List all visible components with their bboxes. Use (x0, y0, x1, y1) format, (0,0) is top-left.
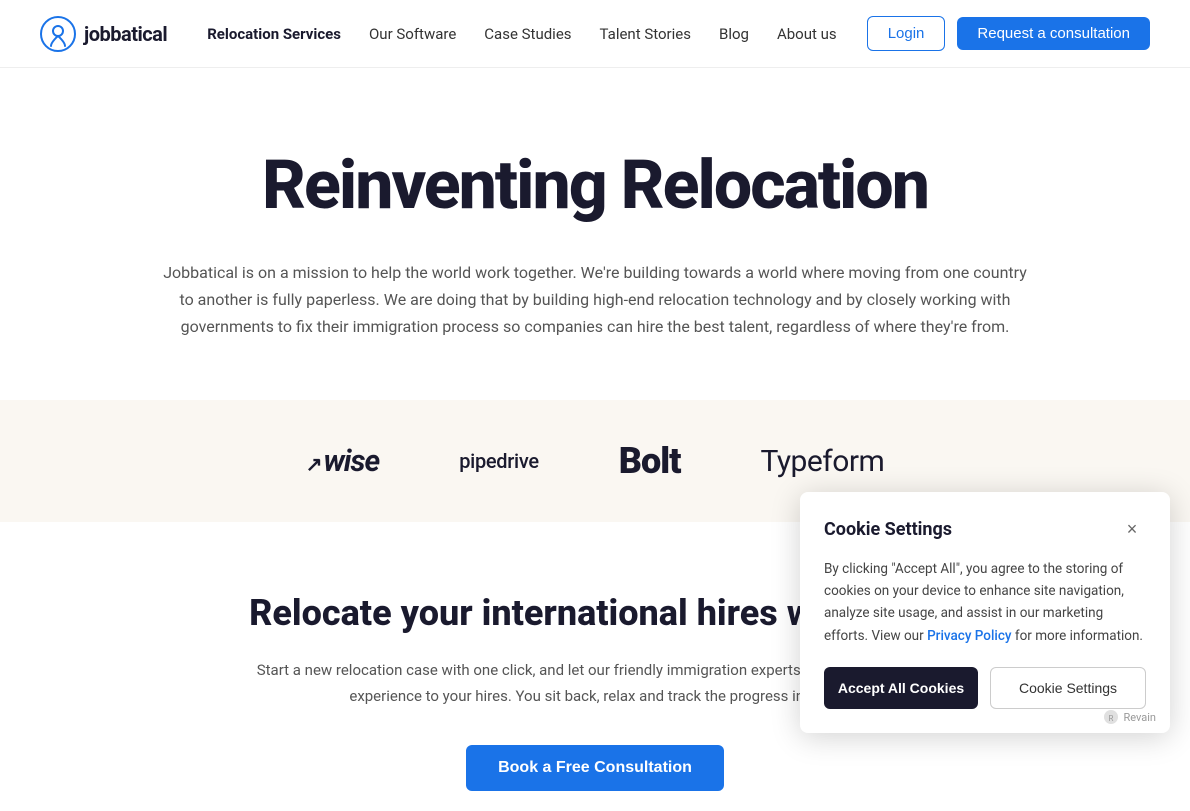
bolt-logo: Bolt (619, 440, 681, 482)
wise-arrow-icon: ↗ (306, 452, 322, 476)
nav-talent-stories[interactable]: Talent Stories (600, 25, 691, 43)
nav-actions: Login Request a consultation (867, 16, 1150, 51)
cookie-modal-body: By clicking "Accept All", you agree to t… (824, 558, 1146, 647)
hero-title: Reinventing Relocation (40, 148, 1150, 223)
svg-text:R: R (1109, 714, 1114, 723)
book-consultation-button[interactable]: Book a Free Consultation (466, 745, 724, 791)
privacy-policy-link[interactable]: Privacy Policy (927, 628, 1011, 644)
typeform-logo: Typeform (761, 444, 885, 479)
hero-section: Reinventing Relocation Jobbatical is on … (0, 68, 1190, 400)
nav-relocation-services[interactable]: Relocation Services (207, 25, 341, 43)
login-button[interactable]: Login (867, 16, 946, 51)
nav-our-software[interactable]: Our Software (369, 25, 456, 43)
cookie-modal-header: Cookie Settings × (824, 516, 1146, 544)
cookie-modal-actions: Accept All Cookies Cookie Settings (824, 667, 1146, 709)
pipedrive-logo: pipedrive (459, 449, 539, 473)
nav-about-us[interactable]: About us (777, 25, 837, 43)
nav-blog[interactable]: Blog (719, 25, 749, 43)
cookie-modal-title: Cookie Settings (824, 519, 952, 540)
nav-case-studies[interactable]: Case Studies (484, 25, 571, 43)
logo-text: jobbatical (84, 22, 167, 46)
main-nav: jobbatical Relocation Services Our Softw… (0, 0, 1190, 68)
revain-watermark: R Revain (1103, 709, 1156, 725)
hero-description: Jobbatical is on a mission to help the w… (160, 259, 1030, 341)
logo-link[interactable]: jobbatical (40, 16, 167, 52)
accept-all-cookies-button[interactable]: Accept All Cookies (824, 667, 978, 709)
nav-links: Relocation Services Our Software Case St… (207, 25, 867, 43)
request-consultation-button[interactable]: Request a consultation (957, 17, 1150, 50)
cookie-settings-button[interactable]: Cookie Settings (990, 667, 1146, 709)
cookie-modal: Cookie Settings × By clicking "Accept Al… (800, 492, 1170, 733)
revain-icon: R (1103, 709, 1119, 725)
cookie-close-button[interactable]: × (1118, 516, 1146, 544)
wise-logo: ↗wise (306, 444, 380, 479)
jobbatical-logo-icon (40, 16, 76, 52)
